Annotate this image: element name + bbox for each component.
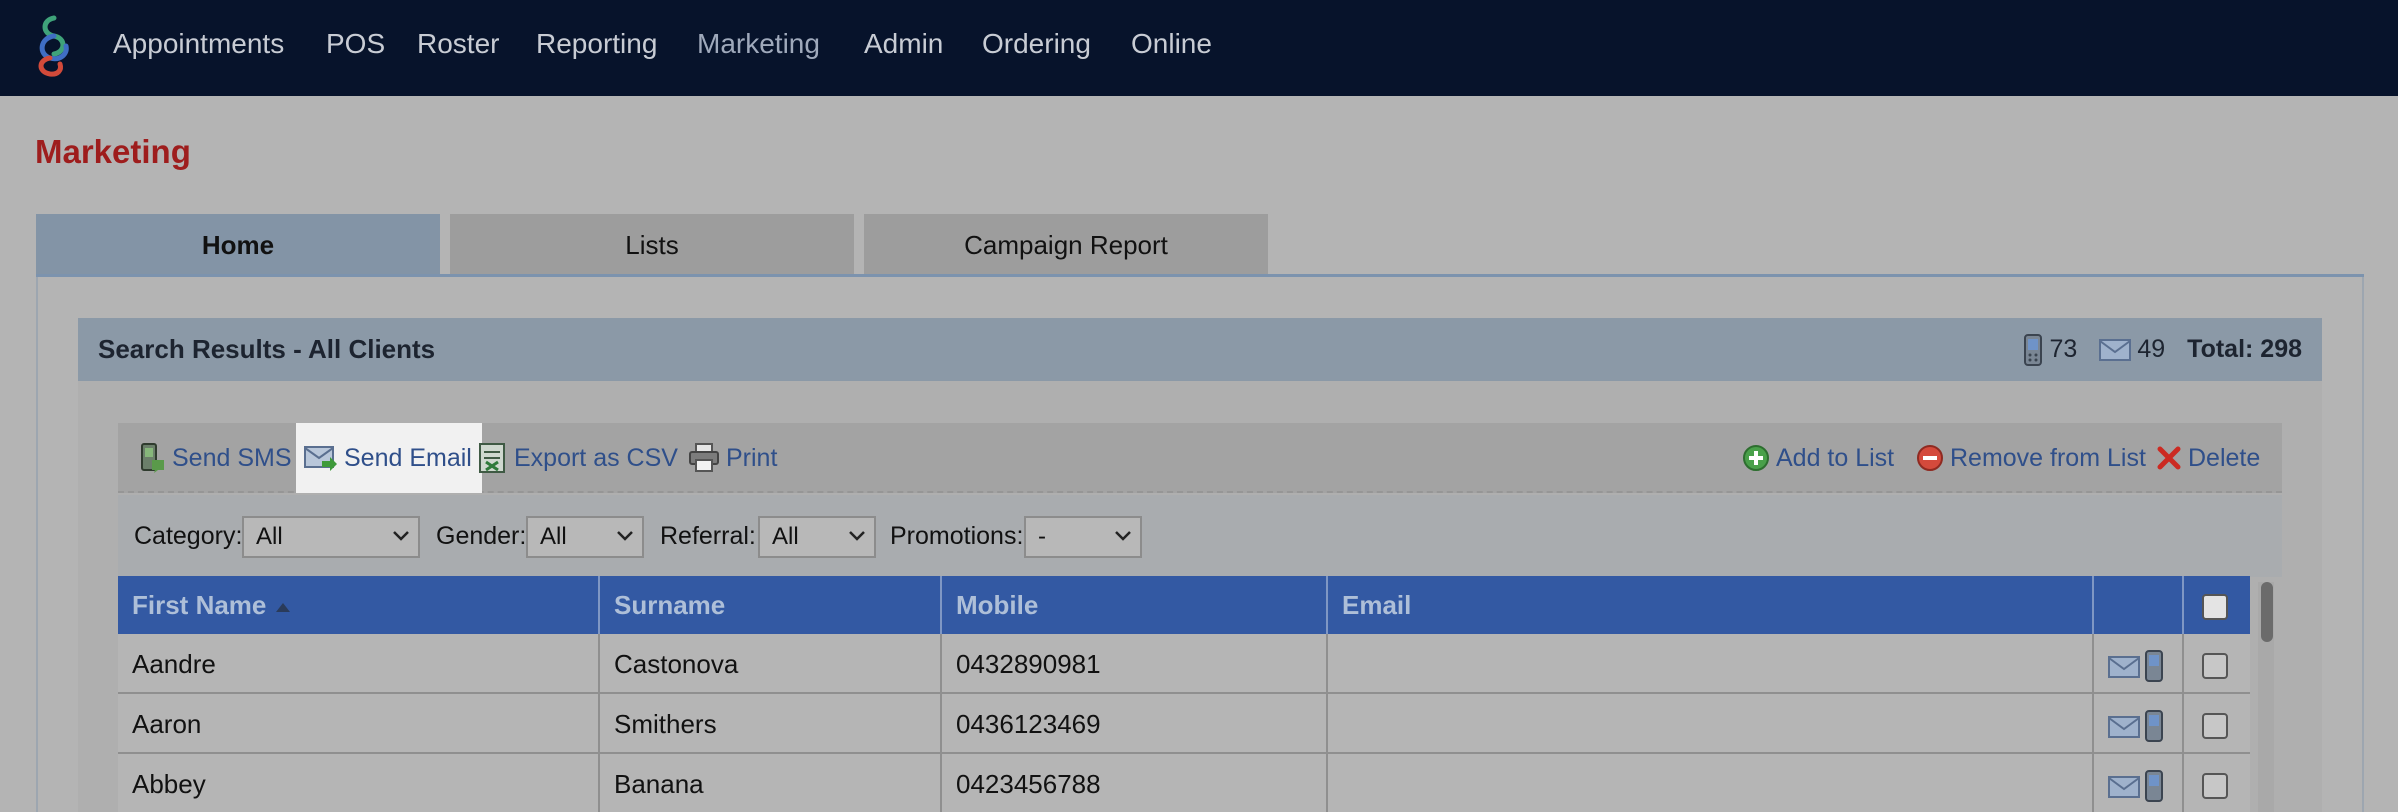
cell-email <box>1328 694 2094 754</box>
delete-x-icon <box>2157 446 2181 470</box>
column-contact-icons <box>2094 576 2184 634</box>
send-email-button[interactable]: Send Email <box>296 423 482 493</box>
table-row[interactable]: Abbey Banana 0423456788 <box>118 754 2250 812</box>
delete-button[interactable]: Delete <box>2156 423 2260 493</box>
remove-circle-icon <box>1917 445 1943 471</box>
send-sms-button[interactable]: Send SMS <box>138 423 292 493</box>
chevron-down-icon <box>617 531 633 541</box>
export-csv-label: Export as CSV <box>514 443 678 472</box>
mobile-count: 73 <box>2049 335 2078 363</box>
nav-online[interactable]: Online <box>1131 24 1212 64</box>
logo-icon[interactable] <box>28 14 80 78</box>
chevron-down-icon <box>1115 531 1131 541</box>
cell-contact-icons <box>2094 754 2184 812</box>
print-button[interactable]: Print <box>688 423 777 493</box>
action-toolbar: Send SMS Send Email Export as CSV Print <box>118 423 2282 493</box>
tab-campaign-report[interactable]: Campaign Report <box>864 214 1268 276</box>
cell-surname: Banana <box>600 754 942 812</box>
category-select-value: All <box>256 523 283 550</box>
nav-pos[interactable]: POS <box>326 24 385 64</box>
table-row[interactable]: Aandre Castonova 0432890981 <box>118 634 2250 694</box>
add-to-list-button[interactable]: Add to List <box>1742 423 1894 493</box>
column-email[interactable]: Email <box>1328 576 2094 634</box>
select-all-checkbox[interactable] <box>2202 594 2228 621</box>
gender-select-value: All <box>540 523 567 550</box>
nav-ordering[interactable]: Ordering <box>982 24 1091 64</box>
gender-label: Gender: <box>436 522 527 550</box>
cell-mobile: 0423456788 <box>942 754 1328 812</box>
total-count: Total: 298 <box>2187 335 2302 363</box>
cell-contact-icons <box>2094 634 2184 694</box>
export-csv-button[interactable]: Export as CSV <box>478 423 678 493</box>
nav-roster[interactable]: Roster <box>417 24 499 64</box>
cell-first-name: Aaron <box>118 694 600 754</box>
promotions-label: Promotions: <box>890 522 1024 550</box>
send-email-label: Send Email <box>344 443 472 472</box>
nav-admin[interactable]: Admin <box>864 24 943 64</box>
mobile-phone-icon <box>2023 333 2042 366</box>
remove-from-list-button[interactable]: Remove from List <box>1916 423 2146 493</box>
remove-from-list-label: Remove from List <box>1950 443 2146 472</box>
table-row[interactable]: Aaron Smithers 0436123469 <box>118 694 2250 754</box>
cell-email <box>1328 634 2094 694</box>
table-header: First Name Surname Mobile Email <box>118 576 2250 634</box>
filter-bar: Category: All Gender: All Referral: All … <box>118 495 2282 577</box>
envelope-icon <box>2099 338 2132 361</box>
envelope-mobile-icon <box>2108 650 2163 683</box>
send-email-icon <box>304 446 337 471</box>
top-navigation-bar: Appointments POS Roster Reporting Market… <box>0 0 2398 96</box>
category-label: Category: <box>134 522 243 550</box>
cell-surname: Castonova <box>600 634 942 694</box>
row-checkbox[interactable] <box>2202 773 2228 800</box>
cell-contact-icons <box>2094 694 2184 754</box>
cell-first-name: Aandre <box>118 634 600 694</box>
results-counts: 73 49 Total: 298 <box>2022 318 2302 381</box>
tab-home[interactable]: Home <box>36 214 440 276</box>
referral-select-value: All <box>772 523 799 550</box>
row-checkbox[interactable] <box>2202 713 2228 740</box>
promotions-select-value: - <box>1038 523 1046 550</box>
nav-marketing[interactable]: Marketing <box>697 24 820 64</box>
results-header: Search Results - All Clients 73 49 Total… <box>78 318 2322 381</box>
chevron-down-icon <box>393 531 409 541</box>
delete-label: Delete <box>2188 443 2261 472</box>
printer-icon <box>689 443 719 472</box>
promotions-select[interactable]: - <box>1024 516 1142 558</box>
sort-ascending-icon <box>276 602 291 612</box>
csv-export-icon <box>479 443 505 473</box>
referral-label: Referral: <box>660 522 756 550</box>
referral-select[interactable]: All <box>758 516 876 558</box>
chevron-down-icon <box>849 531 865 541</box>
cell-first-name: Abbey <box>118 754 600 812</box>
envelope-mobile-icon <box>2108 770 2163 803</box>
cell-select <box>2184 694 2250 754</box>
column-surname[interactable]: Surname <box>600 576 942 634</box>
cell-mobile: 0432890981 <box>942 634 1328 694</box>
column-first-name[interactable]: First Name <box>118 576 600 634</box>
column-mobile[interactable]: Mobile <box>942 576 1328 634</box>
cell-select <box>2184 754 2250 812</box>
envelope-mobile-icon <box>2108 710 2163 743</box>
nav-appointments[interactable]: Appointments <box>113 24 284 64</box>
sms-icon <box>141 443 164 473</box>
gender-select[interactable]: All <box>526 516 644 558</box>
cell-surname: Smithers <box>600 694 942 754</box>
tab-lists[interactable]: Lists <box>450 214 854 276</box>
send-sms-label: Send SMS <box>172 443 292 472</box>
nav-reporting[interactable]: Reporting <box>536 24 657 64</box>
results-title: Search Results - All Clients <box>98 334 436 364</box>
row-checkbox[interactable] <box>2202 653 2228 680</box>
cell-mobile: 0436123469 <box>942 694 1328 754</box>
email-count: 49 <box>2137 335 2166 363</box>
cell-select <box>2184 634 2250 694</box>
print-label: Print <box>726 443 778 472</box>
table-scrollbar-thumb[interactable] <box>2261 582 2273 642</box>
category-select[interactable]: All <box>242 516 420 558</box>
column-first-name-label: First Name <box>132 590 267 620</box>
page-title: Marketing <box>35 133 191 170</box>
cell-email <box>1328 754 2094 812</box>
column-select-all <box>2184 576 2250 634</box>
add-to-list-label: Add to List <box>1776 443 1895 472</box>
add-circle-icon <box>1743 445 1769 471</box>
